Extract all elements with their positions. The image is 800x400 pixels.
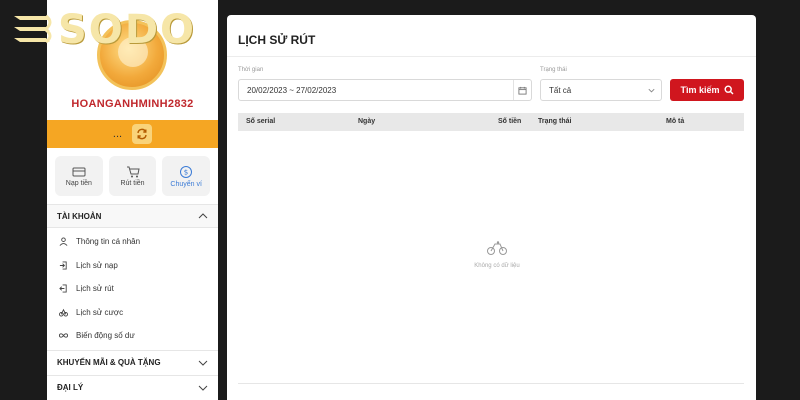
infinity-icon — [59, 333, 68, 338]
deposit-icon — [59, 261, 67, 270]
account-section-title: TÀI KHOẢN — [57, 211, 102, 221]
status-filter-label: Trạng thái — [540, 67, 567, 73]
menu-item-deposit-history[interactable]: Lịch sử nạp — [47, 254, 218, 278]
user-icon — [59, 237, 68, 247]
chevron-down-icon — [198, 385, 208, 391]
menu-item-label: Lịch sử rút — [76, 284, 114, 294]
calendar-icon — [518, 86, 527, 95]
status-select-value: Tất cả — [549, 85, 572, 95]
menu-item-label: Biến động số dư — [76, 331, 135, 341]
withdraw-label: Rút tiền — [120, 179, 145, 187]
card-icon — [72, 167, 86, 176]
brand-logo[interactable]: SODO — [10, 7, 197, 53]
calendar-button[interactable] — [513, 80, 531, 100]
balance-value: ... — [112, 128, 123, 140]
bet-icon — [59, 308, 68, 317]
username: HOANGANHMINH2832 — [71, 98, 194, 110]
withdraw-history-panel: LỊCH SỬ RÚT Thời gian 20/02/2023 ~ 27/02… — [227, 15, 756, 400]
promotions-section-title: KHUYẾN MÃI & QUÀ TẶNG — [57, 358, 161, 367]
search-button[interactable]: Tìm kiếm — [670, 79, 744, 101]
menu-item-balance-changes[interactable]: Biến động số dư — [47, 324, 218, 348]
empty-state: Không có dữ liệu — [447, 240, 547, 269]
search-button-label: Tìm kiếm — [680, 85, 720, 95]
svg-text:$: $ — [184, 168, 188, 176]
agent-section-header[interactable]: ĐẠI LÝ — [47, 374, 218, 400]
table-header: Số serial Ngày Số tiền Trạng thái Mô tả — [238, 113, 744, 131]
menu-item-label: Thông tin cá nhân — [76, 237, 141, 247]
quick-actions: Nạp tiền Rút tiền $ Chuyển ví — [47, 148, 218, 204]
agent-section-title: ĐẠI LÝ — [57, 383, 84, 392]
transfer-label: Chuyển ví — [170, 180, 202, 188]
title-divider — [227, 56, 756, 57]
table-bottom-border — [238, 383, 744, 384]
menu-item-personal-info[interactable]: Thông tin cá nhân — [47, 230, 218, 254]
date-range-value: 20/02/2023 ~ 27/02/2023 — [247, 85, 337, 95]
column-amount: Số tiền — [498, 118, 522, 125]
menu-item-label: Lịch sử cược — [76, 307, 124, 317]
menu-item-withdraw-history[interactable]: Lịch sử rút — [47, 277, 218, 301]
menu-item-label: Lịch sử nạp — [76, 260, 118, 270]
account-sidebar: HOANGANHMINH2832 ... Nạp tiền Rút tiền $… — [47, 0, 218, 400]
account-section-header[interactable]: TÀI KHOẢN — [47, 204, 218, 228]
column-date: Ngày — [358, 118, 376, 125]
time-filter-label: Thời gian — [238, 67, 264, 73]
cart-icon — [126, 166, 140, 177]
account-menu: Thông tin cá nhân Lịch sử nạp Lịch sử rú… — [47, 228, 218, 350]
transfer-icon: $ — [180, 165, 193, 178]
chevron-up-icon — [198, 213, 208, 219]
chevron-down-icon — [198, 360, 208, 366]
withdraw-button[interactable]: Rút tiền — [108, 156, 157, 196]
deposit-label: Nạp tiền — [65, 179, 92, 187]
menu-item-bet-history[interactable]: Lịch sử cược — [47, 301, 218, 325]
balance-bar: ... — [47, 120, 218, 148]
search-icon — [723, 85, 733, 95]
withdraw-icon — [59, 284, 67, 293]
transfer-wallet-button[interactable]: $ Chuyển ví — [162, 156, 211, 196]
column-serial: Số serial — [246, 118, 276, 125]
promotions-section-header[interactable]: KHUYẾN MÃI & QUÀ TẶNG — [47, 349, 218, 375]
refresh-icon — [137, 128, 147, 140]
column-status: Trạng thái — [538, 118, 572, 125]
empty-state-text: Không có dữ liệu — [474, 263, 520, 269]
logo-mark-icon — [14, 14, 52, 44]
page-title: LỊCH SỬ RÚT — [238, 33, 316, 47]
logo-text: SODO — [58, 7, 197, 53]
column-description: Mô tả — [666, 118, 685, 125]
status-select[interactable]: Tất cả — [540, 79, 662, 101]
chevron-down-icon — [648, 88, 655, 93]
empty-box-icon — [487, 241, 507, 255]
deposit-button[interactable]: Nạp tiền — [55, 156, 103, 196]
date-range-input[interactable]: 20/02/2023 ~ 27/02/2023 — [238, 79, 532, 101]
refresh-balance-button[interactable] — [132, 124, 153, 144]
